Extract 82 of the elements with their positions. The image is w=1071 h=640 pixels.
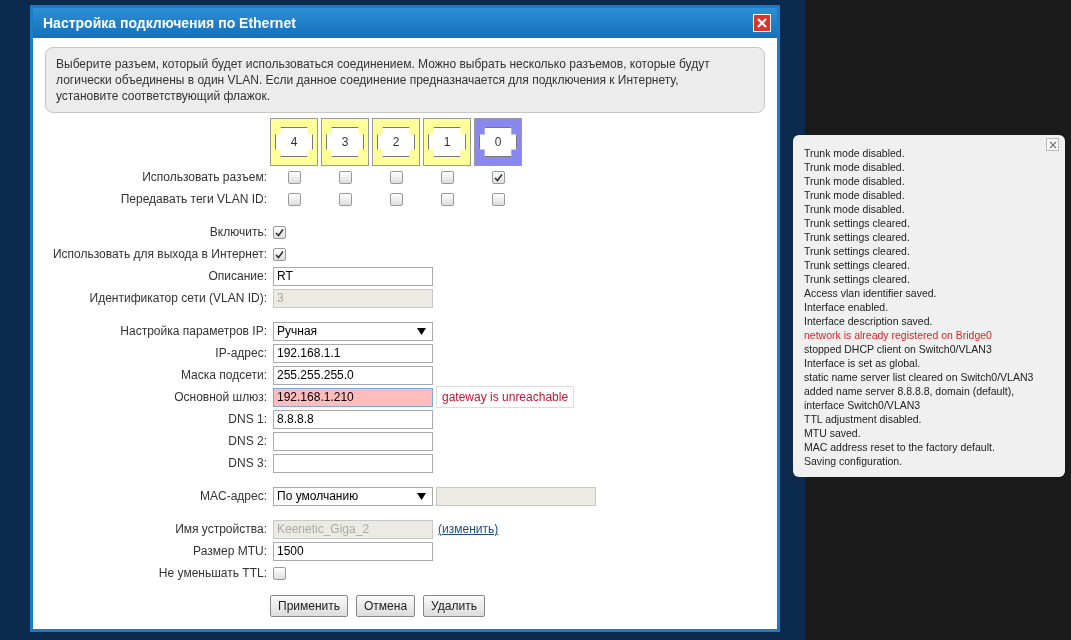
dialog-button[interactable]: Применить (270, 595, 348, 617)
field-label: Включить: (208, 225, 268, 239)
checkbox[interactable] (273, 247, 286, 261)
checkbox[interactable] (273, 566, 286, 580)
input-field[interactable] (273, 453, 433, 473)
checkbox[interactable] (389, 170, 403, 184)
input-field[interactable]: RT (273, 266, 433, 286)
checkbox[interactable] (440, 170, 454, 184)
log-line: MAC address reset to the factory default. (804, 440, 996, 454)
input-field[interactable]: 8.8.8.8 (273, 409, 433, 429)
log-line: Trunk settings cleared. (804, 258, 911, 272)
log-line: TTL adjustment disabled. (804, 412, 923, 426)
checkbox[interactable] (338, 170, 352, 184)
log-line: Interface enabled. (804, 300, 890, 314)
log-line: added name server 8.8.8.8, domain (default), (804, 384, 1016, 398)
log-line: interface Switch0/VLAN3 (804, 398, 922, 412)
log-line: stopped DHCP client on Switch0/VLAN3 (804, 342, 993, 356)
input-field[interactable]: 192.168.1.1 (273, 343, 433, 363)
close-icon (1048, 140, 1057, 149)
close-button[interactable] (1046, 138, 1059, 151)
log-line: Trunk mode disabled. (804, 146, 906, 160)
error-tooltip: gateway is unreachable (436, 386, 575, 408)
checkbox[interactable] (491, 170, 505, 184)
log-line: network is already registered on Bridge0 (804, 328, 993, 342)
port-tile[interactable]: 4 (270, 118, 318, 166)
field-label: Идентификатор сети (VLAN ID): (88, 291, 268, 305)
field-label: Использовать для выхода в Интернет: (51, 247, 268, 261)
input-field[interactable] (273, 431, 433, 451)
log-line: MTU saved. (804, 426, 862, 440)
log-line: Trunk settings cleared. (804, 244, 911, 258)
field-label: DNS 1: (227, 412, 268, 426)
log-line: Trunk settings cleared. (804, 272, 911, 286)
field-label: Использовать разъем: (141, 170, 268, 184)
checkbox[interactable] (440, 192, 454, 206)
dropdown[interactable]: Ручная (273, 321, 433, 341)
field-label: DNS 2: (227, 434, 268, 448)
info-message: Выберите разъем, который будет использоваться соединением. Можно выбрать несколько разъемов, которые будут логически объединены в один VLAN. Если данное соединение предназначается для подключения к Интернету, установите соответствующий флажок. (45, 47, 765, 113)
port-tile[interactable]: 3 (321, 118, 369, 166)
log-line: Trunk settings cleared. (804, 230, 911, 244)
port-tile[interactable]: 2 (372, 118, 420, 166)
checkbox[interactable] (287, 170, 301, 184)
input-field: 3 (273, 288, 433, 308)
input-field: Keenetic_Giga_2 (273, 519, 433, 539)
log-line: Trunk settings cleared. (804, 216, 911, 230)
field-label: Настройка параметров IP: (119, 324, 268, 338)
dropdown[interactable]: По умолчанию (273, 486, 433, 506)
log-line: Access vlan identifier saved. (804, 286, 938, 300)
field-label: IP-адрес: (214, 346, 268, 360)
dropdown-arrow-icon (417, 327, 426, 335)
port-tile[interactable]: 1 (423, 118, 471, 166)
field-label: Маска подсети: (179, 368, 268, 382)
checkbox[interactable] (287, 192, 301, 206)
field-label: Описание: (207, 269, 268, 283)
field-label: Имя устройства: (174, 522, 268, 536)
field-label: DNS 3: (227, 456, 268, 470)
input-field[interactable]: 1500 (273, 541, 433, 561)
checkbox[interactable] (338, 192, 352, 206)
close-icon (756, 17, 768, 29)
port-tile[interactable]: 0 (474, 118, 522, 166)
checkbox[interactable] (491, 192, 505, 206)
window-title: Настройка подключения по Ethernet (43, 15, 296, 31)
dropdown-arrow-icon (417, 492, 426, 500)
log-line: Interface is set as global. (804, 356, 922, 370)
field-label: MAC-адрес: (198, 489, 268, 503)
log-line: Trunk mode disabled. (804, 202, 906, 216)
log-line: Trunk mode disabled. (804, 174, 906, 188)
dialog-button[interactable]: Удалить (423, 595, 485, 617)
input-field[interactable]: 192.168.1.210 (273, 387, 433, 407)
field-label: Передавать теги VLAN ID: (119, 192, 268, 206)
field-label: Не уменьшать TTL: (157, 566, 268, 580)
checkbox[interactable] (273, 225, 286, 239)
change-link[interactable]: (изменить) (438, 522, 499, 536)
input-field[interactable]: 255.255.255.0 (273, 365, 433, 385)
log-line: Saving configuration. (804, 454, 904, 468)
log-line: Trunk mode disabled. (804, 188, 906, 202)
dialog-button[interactable]: Отмена (356, 595, 416, 617)
log-line: Interface description saved. (804, 314, 934, 328)
field-label: Размер MTU: (192, 544, 268, 558)
log-line: Trunk mode disabled. (804, 160, 906, 174)
log-line: static name server list cleared on Switch0/VLAN3 (804, 370, 1035, 384)
field-label: Основной шлюз: (173, 390, 268, 404)
checkbox[interactable] (389, 192, 403, 206)
